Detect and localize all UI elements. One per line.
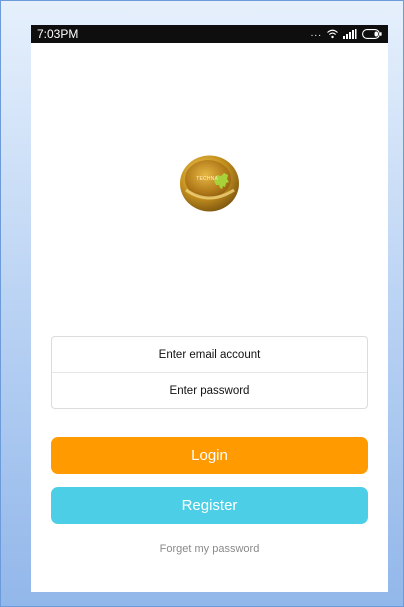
forget-password-link[interactable]: Forget my password xyxy=(31,543,388,555)
app-logo: TECHNA xyxy=(178,154,241,213)
login-form xyxy=(51,336,368,409)
register-button[interactable]: Register xyxy=(51,487,368,524)
more-dots-icon: ... xyxy=(310,28,322,39)
logo-emblem-icon xyxy=(180,155,239,212)
phone-screen: 7:03PM ... TECHNA Enter email account Lo… xyxy=(31,25,388,592)
status-bar: 7:03PM ... xyxy=(31,25,388,43)
login-button[interactable]: Login xyxy=(51,437,368,474)
logo-text: TECHNA xyxy=(196,176,218,182)
email-input[interactable] xyxy=(52,337,367,372)
status-icons: ... xyxy=(311,28,382,40)
signal-icon xyxy=(343,29,357,39)
email-field-row xyxy=(52,337,367,373)
screenshot-frame: 7:03PM ... TECHNA Enter email account Lo… xyxy=(0,0,404,607)
status-time: 7:03PM xyxy=(37,27,79,41)
battery-icon xyxy=(362,29,382,39)
wifi-icon xyxy=(327,29,338,39)
password-input[interactable] xyxy=(52,373,367,409)
password-field-row xyxy=(52,373,367,409)
